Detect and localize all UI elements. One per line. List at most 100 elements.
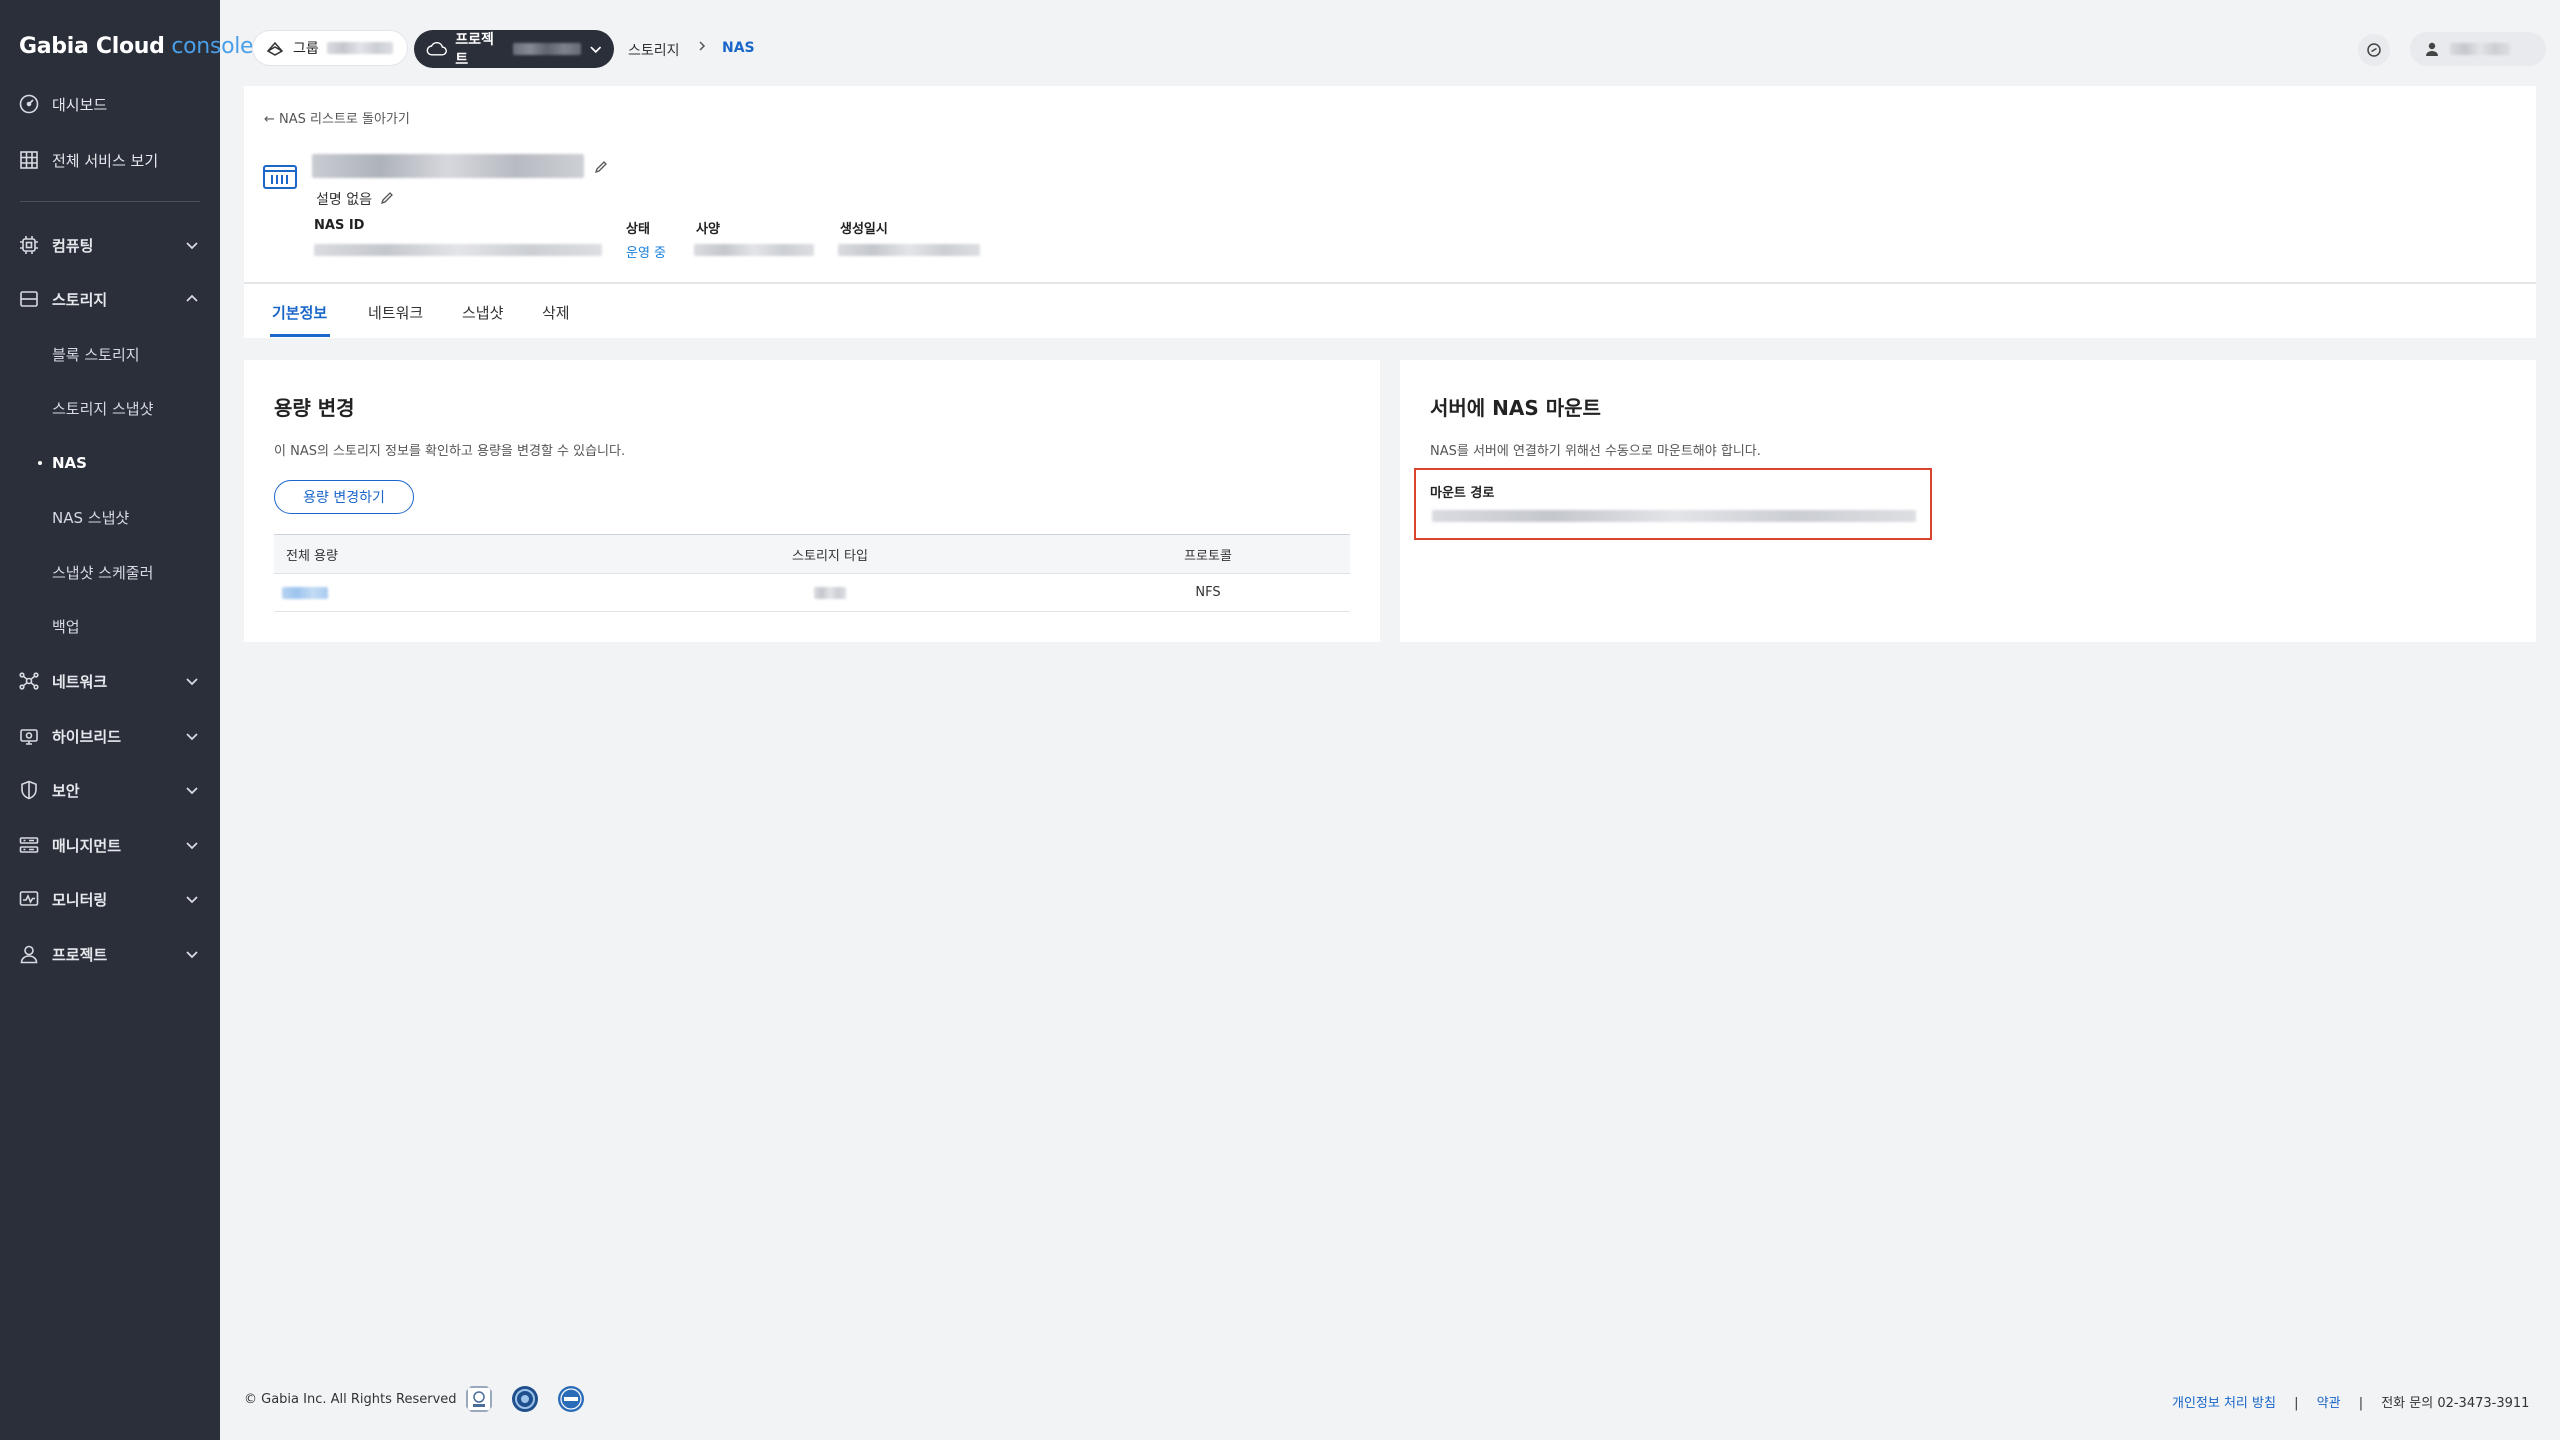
sidebar-group-label: 보안: [52, 781, 80, 800]
spec-redacted: [694, 244, 814, 256]
sidebar-divider: [20, 201, 200, 202]
certification-seal-icon: [512, 1386, 538, 1412]
sidebar-item-all-services[interactable]: 전체 서비스 보기: [0, 140, 220, 180]
sidebar-group-network[interactable]: 네트워크: [0, 661, 220, 701]
sidebar: Gabia Cloud console 대시보드 전체 서비스 보기 컴퓨팅 스…: [0, 0, 254, 1440]
sidebar-group-label: 매니지먼트: [52, 836, 122, 855]
breadcrumb-storage[interactable]: 스토리지: [628, 40, 680, 60]
chevron-down-icon: [186, 787, 198, 795]
management-icon: [18, 834, 40, 856]
chevron-down-icon: [186, 733, 198, 741]
tab-delete[interactable]: 삭제: [542, 302, 570, 323]
sidebar-item-block-storage[interactable]: 블록 스토리지: [0, 336, 220, 372]
table-row: NFS: [274, 574, 1350, 612]
network-icon: [18, 670, 40, 692]
sidebar-group-security[interactable]: 보안: [0, 770, 220, 810]
mount-path-box: 마운트 경로: [1414, 468, 1932, 540]
mount-path-label: 마운트 경로: [1430, 486, 1495, 501]
created-at-redacted: [838, 244, 980, 256]
sidebar-group-label: 하이브리드: [52, 727, 122, 746]
project-label: 프로젝트: [455, 32, 494, 68]
tab-basic-info[interactable]: 기본정보: [272, 302, 327, 323]
sidebar-item-label: 백업: [52, 617, 80, 636]
storage-icon: [18, 288, 40, 310]
sidebar-group-management[interactable]: 매니지먼트: [0, 825, 220, 865]
nas-id-redacted: [314, 244, 602, 256]
privacy-policy-link[interactable]: 개인정보 처리 방침: [2172, 1396, 2276, 1411]
mount-panel-description: NAS를 서버에 연결하기 위해선 수동으로 마운트해야 합니다.: [1430, 444, 1761, 459]
capacity-panel-description: 이 NAS의 스토리지 정보를 확인하고 용량을 변경할 수 있습니다.: [274, 444, 626, 459]
hybrid-icon: [18, 725, 40, 747]
terms-link[interactable]: 약관: [2317, 1396, 2341, 1411]
back-to-nas-list-link[interactable]: ← NAS 리스트로 돌아가기: [264, 108, 410, 127]
sidebar-item-dashboard[interactable]: 대시보드: [0, 84, 220, 124]
footer-links: 개인정보 처리 방침 | 약관 | 전화 문의 02-3473-3911: [2172, 1392, 2529, 1411]
cpu-icon: [18, 234, 40, 256]
table-header: 전체 용량 스토리지 타입 프로토콜: [274, 534, 1350, 574]
sidebar-item-label: 블록 스토리지: [52, 345, 140, 364]
user-menu[interactable]: [2410, 32, 2546, 66]
sidebar-item-storage-snapshot[interactable]: 스토리지 스냅샷: [0, 390, 220, 426]
nas-detail-header: ← NAS 리스트로 돌아가기 설명 없음 NAS ID 상태 운영 중 사양 …: [244, 86, 2536, 338]
grid-icon: [18, 149, 40, 171]
project-name-redacted: [512, 43, 581, 55]
sidebar-item-label: NAS 스냅샷: [52, 508, 130, 527]
sidebar-group-hybrid[interactable]: 하이브리드: [0, 716, 220, 756]
nas-storage-icon: [263, 165, 297, 189]
sidebar-group-monitoring[interactable]: 모니터링: [0, 879, 220, 919]
nas-name-redacted: [312, 154, 584, 178]
chevron-down-icon: [589, 46, 601, 54]
sidebar-group-project[interactable]: 프로젝트: [0, 934, 220, 974]
sidebar-item-backup[interactable]: 백업: [0, 608, 220, 644]
isms-badge-icon: [558, 1386, 584, 1412]
chevron-down-icon: [186, 678, 198, 686]
breadcrumb-nas[interactable]: NAS: [722, 40, 755, 56]
app-logo[interactable]: Gabia Cloud console: [19, 34, 254, 59]
total-capacity-redacted[interactable]: [282, 586, 328, 599]
copyright: © Gabia Inc. All Rights Reserved: [244, 1392, 457, 1407]
sidebar-item-snapshot-scheduler[interactable]: 스냅샷 스케줄러: [0, 554, 220, 590]
tab-snapshot[interactable]: 스냅샷: [462, 302, 503, 323]
footer-separator: |: [2294, 1396, 2299, 1411]
sidebar-group-storage[interactable]: 스토리지: [0, 279, 220, 319]
nas-id-label: NAS ID: [314, 218, 365, 233]
monitoring-icon: [18, 888, 40, 910]
change-capacity-button[interactable]: 용량 변경하기: [274, 480, 414, 514]
chat-button[interactable]: [2358, 34, 2390, 66]
sidebar-group-computing[interactable]: 컴퓨팅: [0, 225, 220, 265]
capacity-panel: 용량 변경 이 NAS의 스토리지 정보를 확인하고 용량을 변경할 수 있습니…: [244, 360, 1380, 642]
active-dot: [38, 461, 42, 465]
sidebar-item-label: 스냅샷 스케줄러: [52, 563, 154, 582]
group-selector[interactable]: 그룹: [252, 30, 408, 66]
chevron-down-icon: [186, 842, 198, 850]
edit-name-icon[interactable]: [594, 160, 608, 174]
nas-description: 설명 없음: [316, 192, 372, 208]
active-tab-indicator: [270, 334, 330, 337]
edit-description-icon[interactable]: [380, 191, 394, 205]
project-selector[interactable]: 프로젝트: [414, 30, 614, 68]
sidebar-item-label: 대시보드: [52, 95, 108, 114]
storage-type-redacted: [814, 586, 846, 599]
sidebar-group-label: 컴퓨팅: [52, 236, 94, 255]
mount-panel: 서버에 NAS 마운트 NAS를 서버에 연결하기 위해선 수동으로 마운트해야…: [1400, 360, 2536, 642]
user-name-redacted: [2450, 43, 2510, 55]
phone-contact: 전화 문의 02-3473-3911: [2381, 1396, 2530, 1411]
chevron-right-icon: [699, 41, 706, 51]
chevron-down-icon: [186, 896, 198, 904]
tab-network[interactable]: 네트워크: [368, 302, 423, 323]
sidebar-item-nas-snapshot[interactable]: NAS 스냅샷: [0, 499, 220, 535]
sidebar-item-nas[interactable]: NAS: [0, 445, 220, 481]
created-at-label: 생성일시: [840, 222, 888, 237]
mount-path-redacted[interactable]: [1432, 510, 1916, 522]
user-icon: [18, 943, 40, 965]
sidebar-group-label: 모니터링: [52, 890, 108, 909]
sidebar-item-label: 전체 서비스 보기: [52, 151, 159, 170]
sidebar-group-label: 프로젝트: [52, 945, 108, 964]
chevron-down-icon: [186, 951, 198, 959]
group-name-redacted: [326, 42, 393, 54]
tabs-divider: [244, 282, 2536, 284]
mount-panel-title: 서버에 NAS 마운트: [1430, 396, 1601, 420]
cloud-icon: [426, 41, 447, 56]
column-storage-type: 스토리지 타입: [792, 548, 868, 564]
sidebar-group-label: 네트워크: [52, 672, 108, 691]
